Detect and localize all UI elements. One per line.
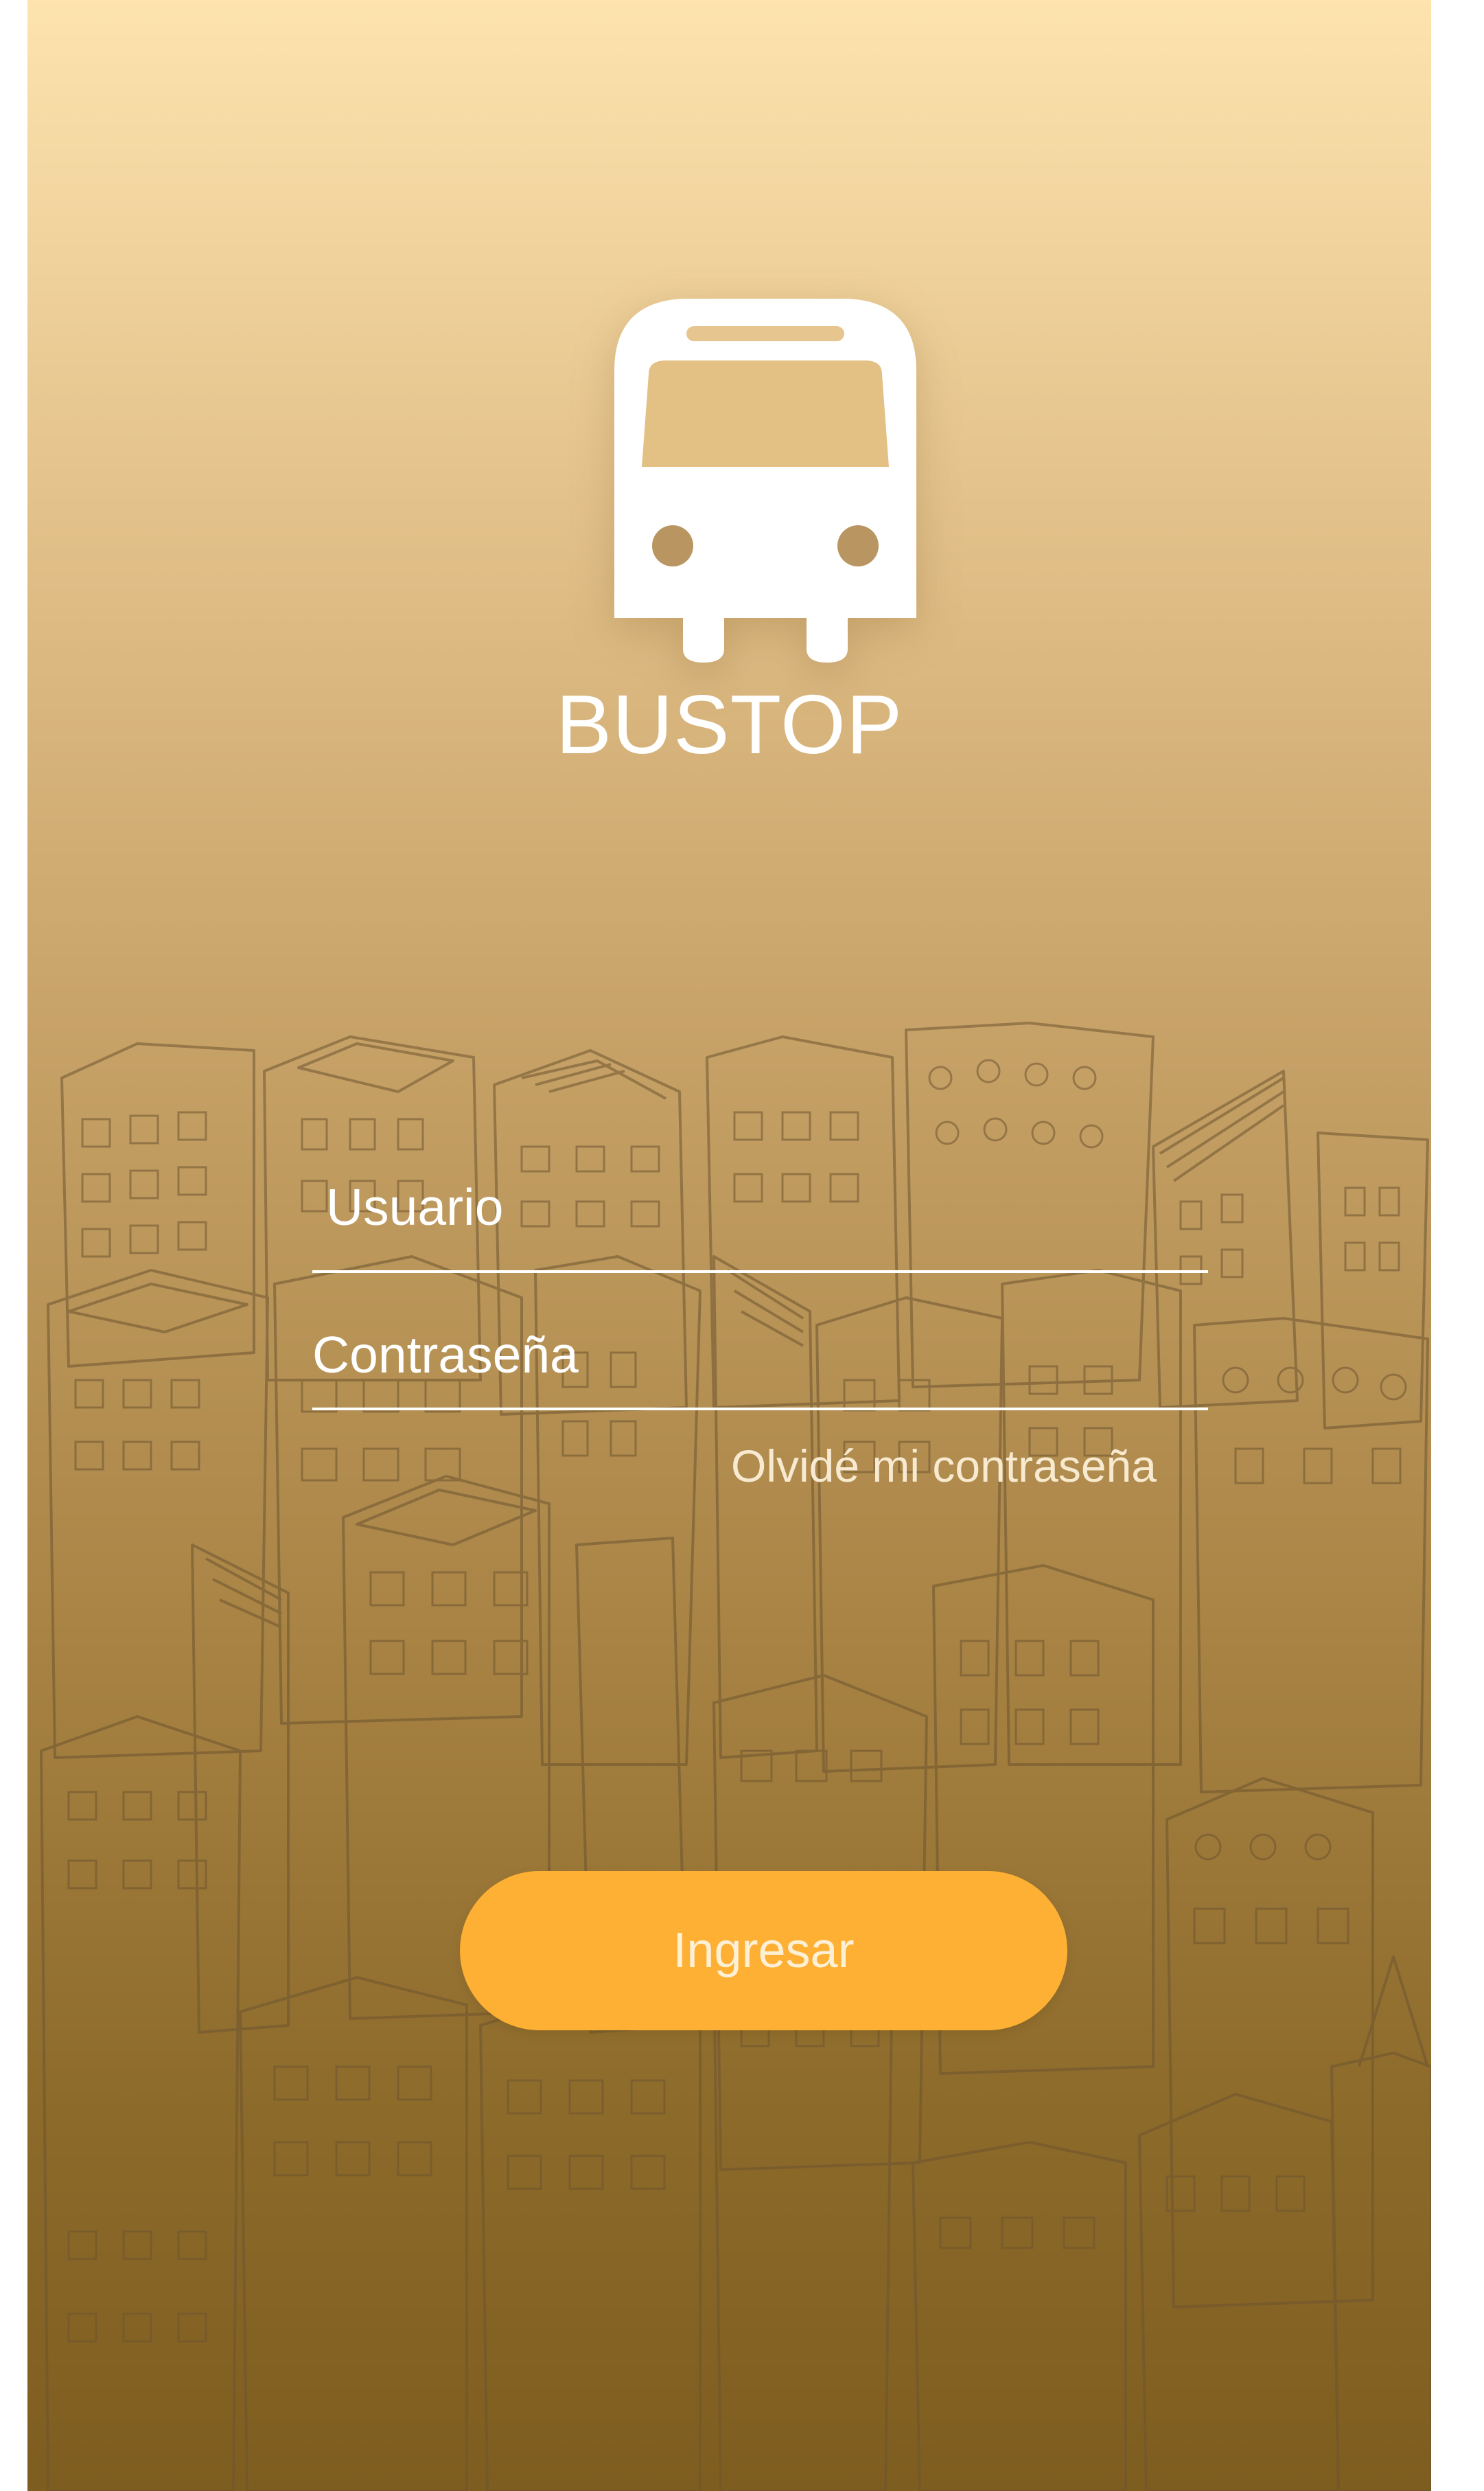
app-title: BUSTOP	[555, 678, 903, 771]
forgot-password-link[interactable]: Olvidé mi contraseña	[731, 1435, 1157, 1497]
password-placeholder: Contraseña	[312, 1326, 579, 1384]
password-field[interactable]: Contraseña	[312, 1315, 1208, 1410]
login-button[interactable]: Ingresar	[460, 1871, 1067, 2030]
bus-icon	[601, 288, 930, 673]
login-screen: BUSTOP Usuario Contraseña Olvidé mi cont…	[27, 0, 1431, 2491]
username-field[interactable]: Usuario	[312, 1167, 1208, 1273]
username-placeholder: Usuario	[326, 1178, 504, 1236]
